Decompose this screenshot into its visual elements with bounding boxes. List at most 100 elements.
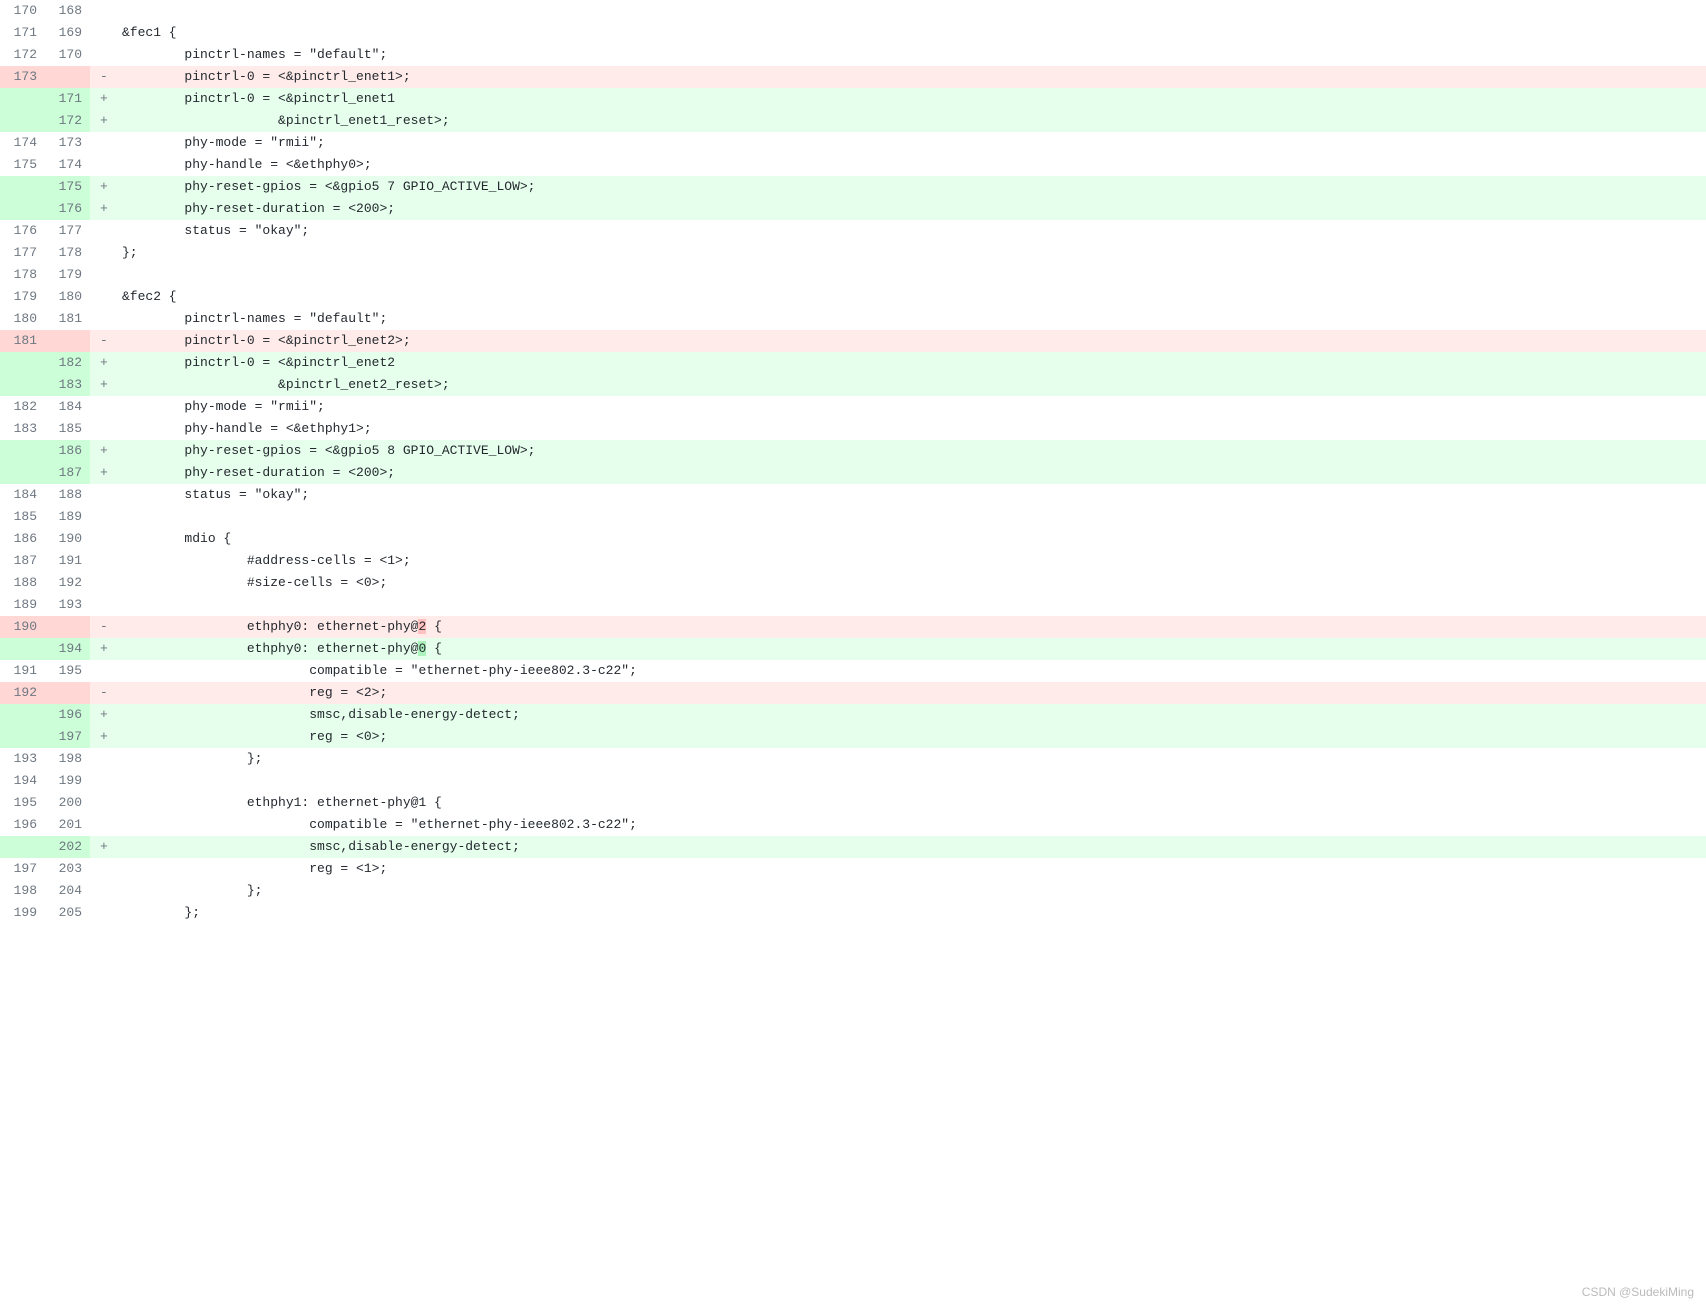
code-line[interactable]: smsc,disable-energy-detect;: [112, 836, 1706, 858]
new-line-number[interactable]: 195: [45, 660, 90, 682]
code-line[interactable]: [112, 0, 1706, 22]
new-line-number[interactable]: [45, 682, 90, 704]
new-line-number[interactable]: 176: [45, 198, 90, 220]
old-line-number[interactable]: 199: [0, 902, 45, 924]
new-line-number[interactable]: 196: [45, 704, 90, 726]
new-line-number[interactable]: 179: [45, 264, 90, 286]
new-line-number[interactable]: 194: [45, 638, 90, 660]
new-line-number[interactable]: 193: [45, 594, 90, 616]
code-line[interactable]: pinctrl-0 = <&pinctrl_enet1: [112, 88, 1706, 110]
new-line-number[interactable]: 200: [45, 792, 90, 814]
old-line-number[interactable]: 192: [0, 682, 45, 704]
new-line-number[interactable]: [45, 66, 90, 88]
code-line[interactable]: reg = <0>;: [112, 726, 1706, 748]
old-line-number[interactable]: 198: [0, 880, 45, 902]
new-line-number[interactable]: [45, 330, 90, 352]
new-line-number[interactable]: 182: [45, 352, 90, 374]
new-line-number[interactable]: 191: [45, 550, 90, 572]
code-line[interactable]: };: [112, 748, 1706, 770]
old-line-number[interactable]: [0, 374, 45, 396]
code-line[interactable]: &pinctrl_enet2_reset>;: [112, 374, 1706, 396]
old-line-number[interactable]: [0, 638, 45, 660]
code-line[interactable]: ethphy1: ethernet-phy@1 {: [112, 792, 1706, 814]
old-line-number[interactable]: 186: [0, 528, 45, 550]
old-line-number[interactable]: [0, 704, 45, 726]
code-line[interactable]: pinctrl-0 = <&pinctrl_enet2: [112, 352, 1706, 374]
new-line-number[interactable]: 205: [45, 902, 90, 924]
code-line[interactable]: &fec1 {: [112, 22, 1706, 44]
new-line-number[interactable]: 184: [45, 396, 90, 418]
new-line-number[interactable]: 169: [45, 22, 90, 44]
new-line-number[interactable]: 178: [45, 242, 90, 264]
new-line-number[interactable]: 185: [45, 418, 90, 440]
code-line[interactable]: phy-mode = "rmii";: [112, 132, 1706, 154]
code-line[interactable]: ethphy0: ethernet-phy@2 {: [112, 616, 1706, 638]
old-line-number[interactable]: 197: [0, 858, 45, 880]
new-line-number[interactable]: 198: [45, 748, 90, 770]
new-line-number[interactable]: 188: [45, 484, 90, 506]
new-line-number[interactable]: 190: [45, 528, 90, 550]
old-line-number[interactable]: 179: [0, 286, 45, 308]
code-line[interactable]: reg = <2>;: [112, 682, 1706, 704]
old-line-number[interactable]: 176: [0, 220, 45, 242]
old-line-number[interactable]: [0, 110, 45, 132]
code-line[interactable]: phy-handle = <&ethphy1>;: [112, 418, 1706, 440]
code-line[interactable]: compatible = "ethernet-phy-ieee802.3-c22…: [112, 814, 1706, 836]
new-line-number[interactable]: 175: [45, 176, 90, 198]
code-line[interactable]: reg = <1>;: [112, 858, 1706, 880]
old-line-number[interactable]: [0, 352, 45, 374]
old-line-number[interactable]: 180: [0, 308, 45, 330]
code-line[interactable]: phy-handle = <&ethphy0>;: [112, 154, 1706, 176]
new-line-number[interactable]: 203: [45, 858, 90, 880]
new-line-number[interactable]: 173: [45, 132, 90, 154]
code-line[interactable]: ethphy0: ethernet-phy@0 {: [112, 638, 1706, 660]
old-line-number[interactable]: 196: [0, 814, 45, 836]
new-line-number[interactable]: 174: [45, 154, 90, 176]
new-line-number[interactable]: 168: [45, 0, 90, 22]
code-line[interactable]: status = "okay";: [112, 484, 1706, 506]
code-line[interactable]: pinctrl-0 = <&pinctrl_enet2>;: [112, 330, 1706, 352]
code-line[interactable]: pinctrl-0 = <&pinctrl_enet1>;: [112, 66, 1706, 88]
new-line-number[interactable]: 197: [45, 726, 90, 748]
old-line-number[interactable]: 172: [0, 44, 45, 66]
new-line-number[interactable]: 172: [45, 110, 90, 132]
new-line-number[interactable]: 177: [45, 220, 90, 242]
old-line-number[interactable]: 190: [0, 616, 45, 638]
code-line[interactable]: &pinctrl_enet1_reset>;: [112, 110, 1706, 132]
code-line[interactable]: mdio {: [112, 528, 1706, 550]
new-line-number[interactable]: [45, 616, 90, 638]
old-line-number[interactable]: [0, 462, 45, 484]
new-line-number[interactable]: 180: [45, 286, 90, 308]
code-line[interactable]: compatible = "ethernet-phy-ieee802.3-c22…: [112, 660, 1706, 682]
old-line-number[interactable]: 193: [0, 748, 45, 770]
old-line-number[interactable]: 194: [0, 770, 45, 792]
old-line-number[interactable]: 173: [0, 66, 45, 88]
code-line[interactable]: };: [112, 880, 1706, 902]
code-line[interactable]: };: [112, 902, 1706, 924]
old-line-number[interactable]: 195: [0, 792, 45, 814]
old-line-number[interactable]: [0, 176, 45, 198]
code-line[interactable]: #size-cells = <0>;: [112, 572, 1706, 594]
old-line-number[interactable]: 183: [0, 418, 45, 440]
code-line[interactable]: [112, 264, 1706, 286]
new-line-number[interactable]: 202: [45, 836, 90, 858]
old-line-number[interactable]: [0, 198, 45, 220]
old-line-number[interactable]: [0, 88, 45, 110]
old-line-number[interactable]: 178: [0, 264, 45, 286]
old-line-number[interactable]: [0, 726, 45, 748]
new-line-number[interactable]: 199: [45, 770, 90, 792]
code-line[interactable]: status = "okay";: [112, 220, 1706, 242]
new-line-number[interactable]: 186: [45, 440, 90, 462]
code-line[interactable]: [112, 506, 1706, 528]
code-line[interactable]: #address-cells = <1>;: [112, 550, 1706, 572]
new-line-number[interactable]: 189: [45, 506, 90, 528]
old-line-number[interactable]: [0, 440, 45, 462]
old-line-number[interactable]: 184: [0, 484, 45, 506]
new-line-number[interactable]: 187: [45, 462, 90, 484]
code-line[interactable]: pinctrl-names = "default";: [112, 308, 1706, 330]
new-line-number[interactable]: 170: [45, 44, 90, 66]
old-line-number[interactable]: 175: [0, 154, 45, 176]
old-line-number[interactable]: 182: [0, 396, 45, 418]
old-line-number[interactable]: 187: [0, 550, 45, 572]
code-line[interactable]: phy-reset-duration = <200>;: [112, 462, 1706, 484]
